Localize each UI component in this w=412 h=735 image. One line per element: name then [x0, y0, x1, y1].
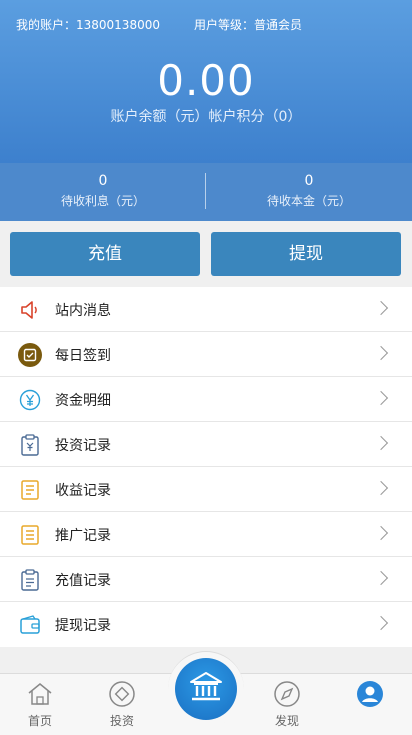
menu-item-label: 充值记录: [55, 573, 111, 589]
document-icon: [18, 478, 42, 502]
nav-invest[interactable]: 投资: [92, 678, 152, 729]
menu-item-label: 提现记录: [55, 618, 111, 634]
chevron-right-icon: [373, 615, 389, 631]
recharge-button[interactable]: 充值: [10, 232, 200, 276]
chevron-right-icon: [373, 570, 389, 586]
invest-icon: [92, 678, 152, 710]
nav-invest-label: 投资: [109, 714, 134, 728]
clipboard-yuan-icon: [18, 433, 42, 457]
menu-item-label: 站内消息: [55, 303, 111, 319]
chevron-right-icon: [373, 300, 389, 316]
chevron-right-icon: [373, 345, 389, 361]
user-level: 用户等级：普通会员: [194, 18, 303, 32]
yuan-icon: [18, 388, 42, 412]
chevron-right-icon: [373, 390, 389, 406]
menu-item-label: 收益记录: [55, 483, 111, 499]
chevron-right-icon: [373, 525, 389, 541]
menu-item-label: 资金明细: [55, 393, 111, 409]
pending-interest-value: 0: [98, 173, 108, 189]
menu-item-label: 每日签到: [55, 348, 111, 364]
nav-home[interactable]: 首页: [10, 678, 70, 729]
pending-principal-value: 0: [304, 173, 314, 189]
menu-item-label: 投资记录: [55, 438, 111, 454]
menu-item-fund-details[interactable]: 资金明细: [0, 377, 412, 422]
pending-principal: 0 待收本金（元）: [206, 173, 412, 209]
clipboard-icon: [18, 568, 42, 592]
menu-item-label: 推广记录: [55, 528, 111, 544]
user-icon: [340, 678, 400, 710]
notepad-icon: [18, 523, 42, 547]
pending-principal-label: 待收本金（元）: [266, 194, 351, 208]
menu-item-messages[interactable]: 站内消息: [0, 287, 412, 332]
menu-item-investment-records[interactable]: 投资记录: [0, 422, 412, 467]
menu-item-promotion-records[interactable]: 推广记录: [0, 512, 412, 557]
nav-account[interactable]: [340, 678, 400, 710]
menu-item-recharge-records[interactable]: 充值记录: [0, 557, 412, 602]
stats-bar: 0 待收利息（元） 0 待收本金（元）: [0, 163, 412, 221]
home-icon: [10, 678, 70, 710]
menu-item-withdraw-records[interactable]: 提现记录: [0, 602, 412, 647]
balance-caption: 账户余额（元）帐户积分（0）: [110, 109, 302, 125]
account-number: 我的账户：13800138000: [16, 18, 160, 32]
nav-discover[interactable]: 发现: [257, 678, 317, 729]
checkin-icon: [18, 343, 42, 367]
account-header: 我的账户：13800138000 用户等级：普通会员 0.00 账户余额（元）帐…: [0, 0, 412, 163]
nav-discover-label: 发现: [274, 714, 299, 728]
menu-item-earnings-records[interactable]: 收益记录: [0, 467, 412, 512]
chevron-right-icon: [373, 480, 389, 496]
menu-item-checkin[interactable]: 每日签到: [0, 332, 412, 377]
center-bank-button[interactable]: [175, 658, 237, 720]
bank-icon: [187, 668, 225, 710]
speaker-icon: [18, 298, 42, 322]
wallet-icon: [18, 613, 42, 637]
account-menu: 站内消息 每日签到 资金明细 投资记录 收益记录 推广记录 充值记录 提现记录: [0, 287, 412, 647]
chevron-right-icon: [373, 435, 389, 451]
balance-amount: 0.00: [157, 56, 255, 105]
compass-icon: [257, 678, 317, 710]
pending-interest-label: 待收利息（元）: [60, 194, 145, 208]
pending-interest: 0 待收利息（元）: [0, 173, 206, 209]
withdraw-button[interactable]: 提现: [211, 232, 401, 276]
nav-home-label: 首页: [27, 714, 52, 728]
